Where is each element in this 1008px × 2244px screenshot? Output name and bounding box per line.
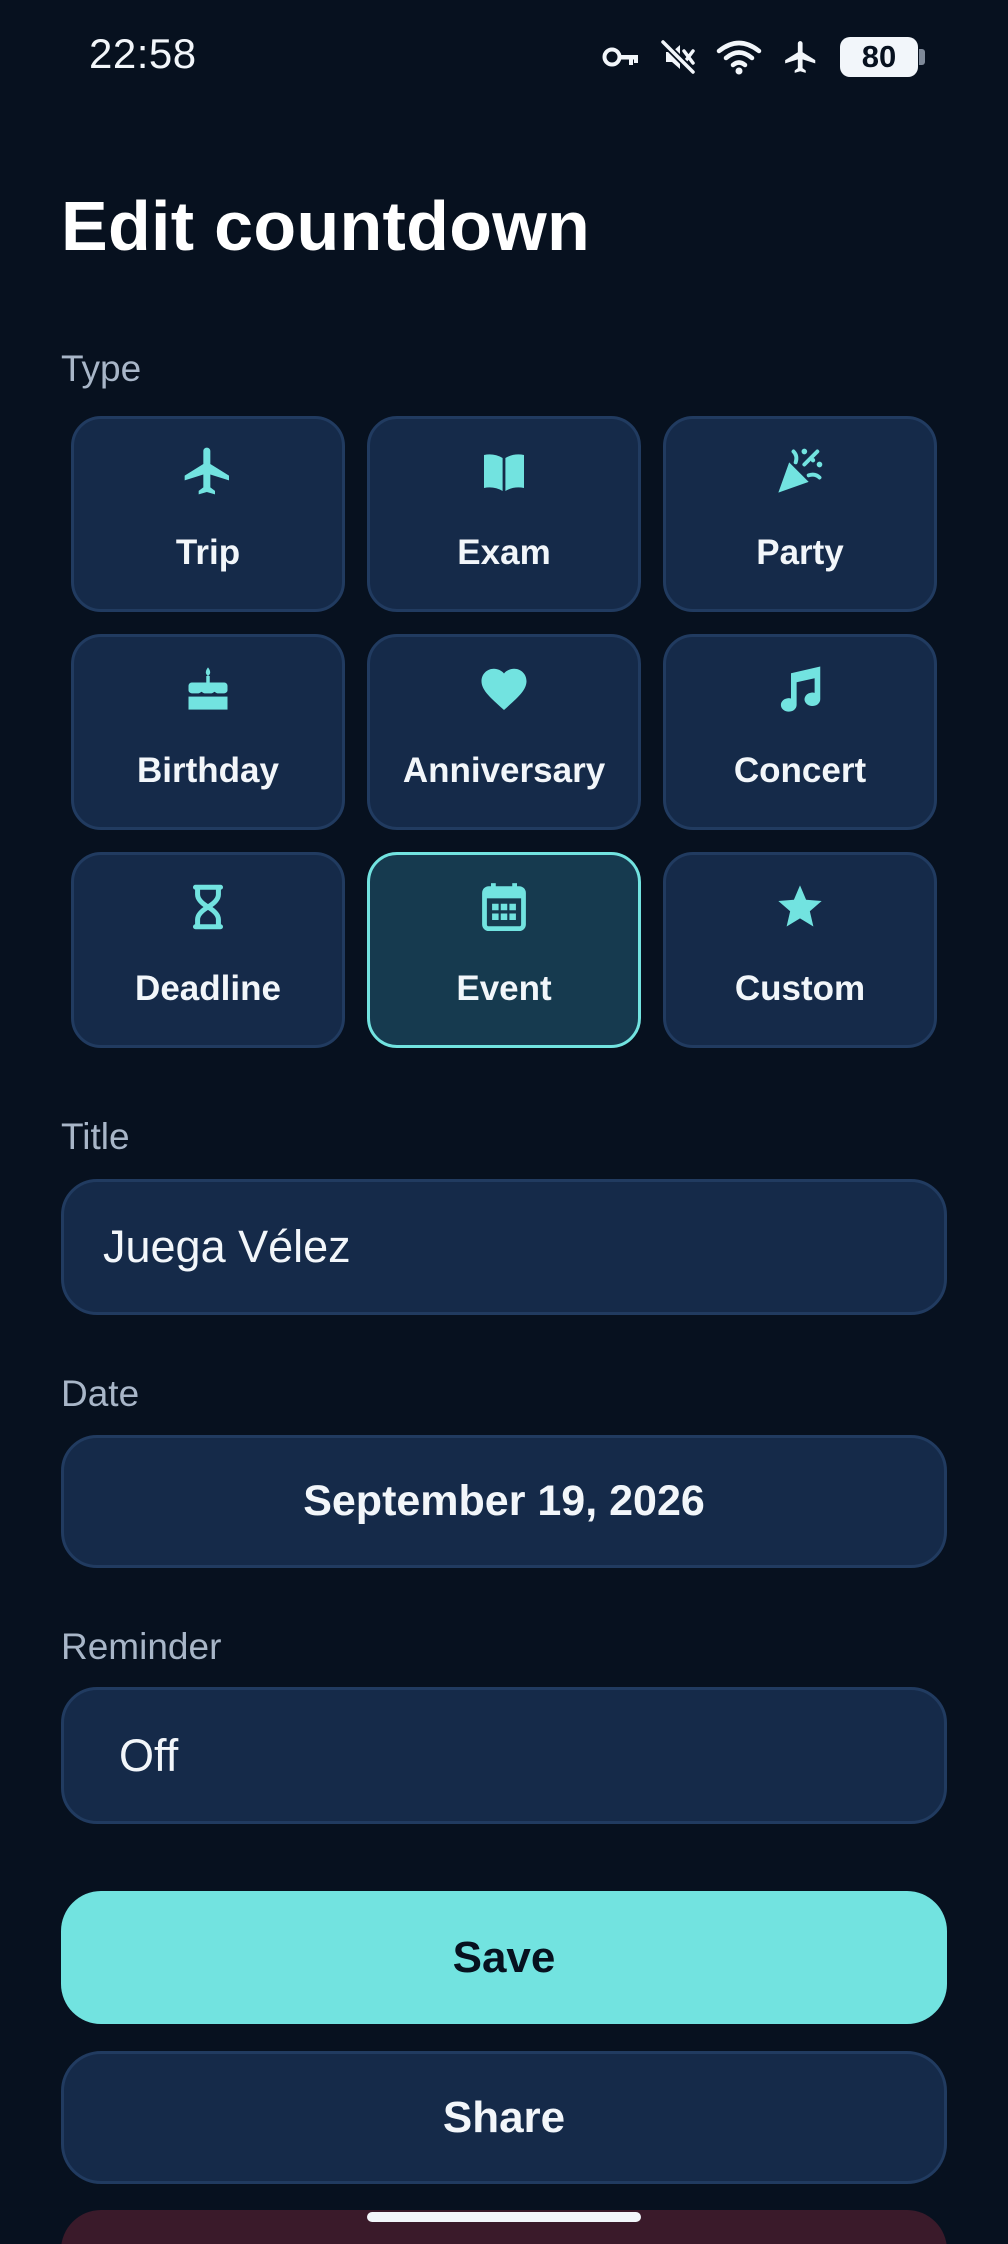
vpn-key-icon (602, 44, 640, 70)
battery-tip (919, 49, 925, 65)
type-option-label: Concert (733, 751, 867, 790)
date-value: September 19, 2026 (303, 1477, 705, 1525)
type-option-anniversary[interactable]: Anniversary (367, 634, 641, 830)
type-option-concert[interactable]: Concert (663, 634, 937, 830)
battery-icon: 80 (840, 37, 925, 77)
party-popper-icon (770, 441, 830, 501)
status-icons: 80 (602, 34, 925, 80)
home-indicator[interactable] (367, 2212, 641, 2222)
title-input[interactable]: Juega Vélez (61, 1179, 947, 1315)
calendar-icon (474, 877, 534, 937)
type-option-label: Trip (175, 533, 241, 572)
title-value: Juega Vélez (103, 1221, 351, 1272)
mute-icon (660, 39, 696, 75)
edit-countdown-screen: 22:58 80 Edit countdown Type Trip Exam P… (0, 0, 1008, 2244)
type-option-deadline[interactable]: Deadline (71, 852, 345, 1048)
cake-icon (178, 659, 238, 719)
type-option-event[interactable]: Event (367, 852, 641, 1048)
battery-level: 80 (861, 39, 897, 74)
type-option-exam[interactable]: Exam (367, 416, 641, 612)
save-button[interactable]: Save (61, 1891, 947, 2024)
share-button-label: Share (442, 2092, 566, 2142)
music-note-icon (770, 659, 830, 719)
title-label: Title (61, 1116, 130, 1157)
page-title: Edit countdown (61, 187, 591, 265)
type-option-label: Birthday (137, 751, 279, 790)
type-grid: Trip Exam Party Birthday Anniversary Con… (71, 416, 937, 1048)
type-option-custom[interactable]: Custom (663, 852, 937, 1048)
star-icon (770, 877, 830, 937)
type-option-label: Custom (734, 969, 866, 1008)
reminder-select[interactable]: Off (61, 1687, 947, 1824)
share-button[interactable]: Share (61, 2051, 947, 2184)
status-bar: 22:58 80 (0, 0, 1008, 115)
type-option-party[interactable]: Party (663, 416, 937, 612)
type-option-birthday[interactable]: Birthday (71, 634, 345, 830)
type-option-label: Event (456, 969, 552, 1008)
hourglass-icon (178, 877, 238, 937)
type-option-label: Exam (457, 533, 551, 572)
reminder-label: Reminder (61, 1626, 222, 1667)
airplane-icon (178, 441, 238, 501)
type-option-label: Deadline (135, 969, 281, 1008)
heart-icon (474, 659, 534, 719)
type-option-label: Anniversary (402, 751, 606, 790)
save-button-label: Save (452, 1932, 556, 1982)
airplane-mode-icon (782, 38, 820, 76)
type-option-label: Party (756, 533, 844, 572)
type-label: Type (61, 348, 142, 389)
status-time: 22:58 (89, 30, 197, 77)
book-icon (474, 441, 534, 501)
date-picker-button[interactable]: September 19, 2026 (61, 1435, 947, 1568)
reminder-value: Off (119, 1729, 179, 1781)
type-option-trip[interactable]: Trip (71, 416, 345, 612)
wifi-icon (716, 39, 762, 75)
date-label: Date (61, 1373, 140, 1414)
